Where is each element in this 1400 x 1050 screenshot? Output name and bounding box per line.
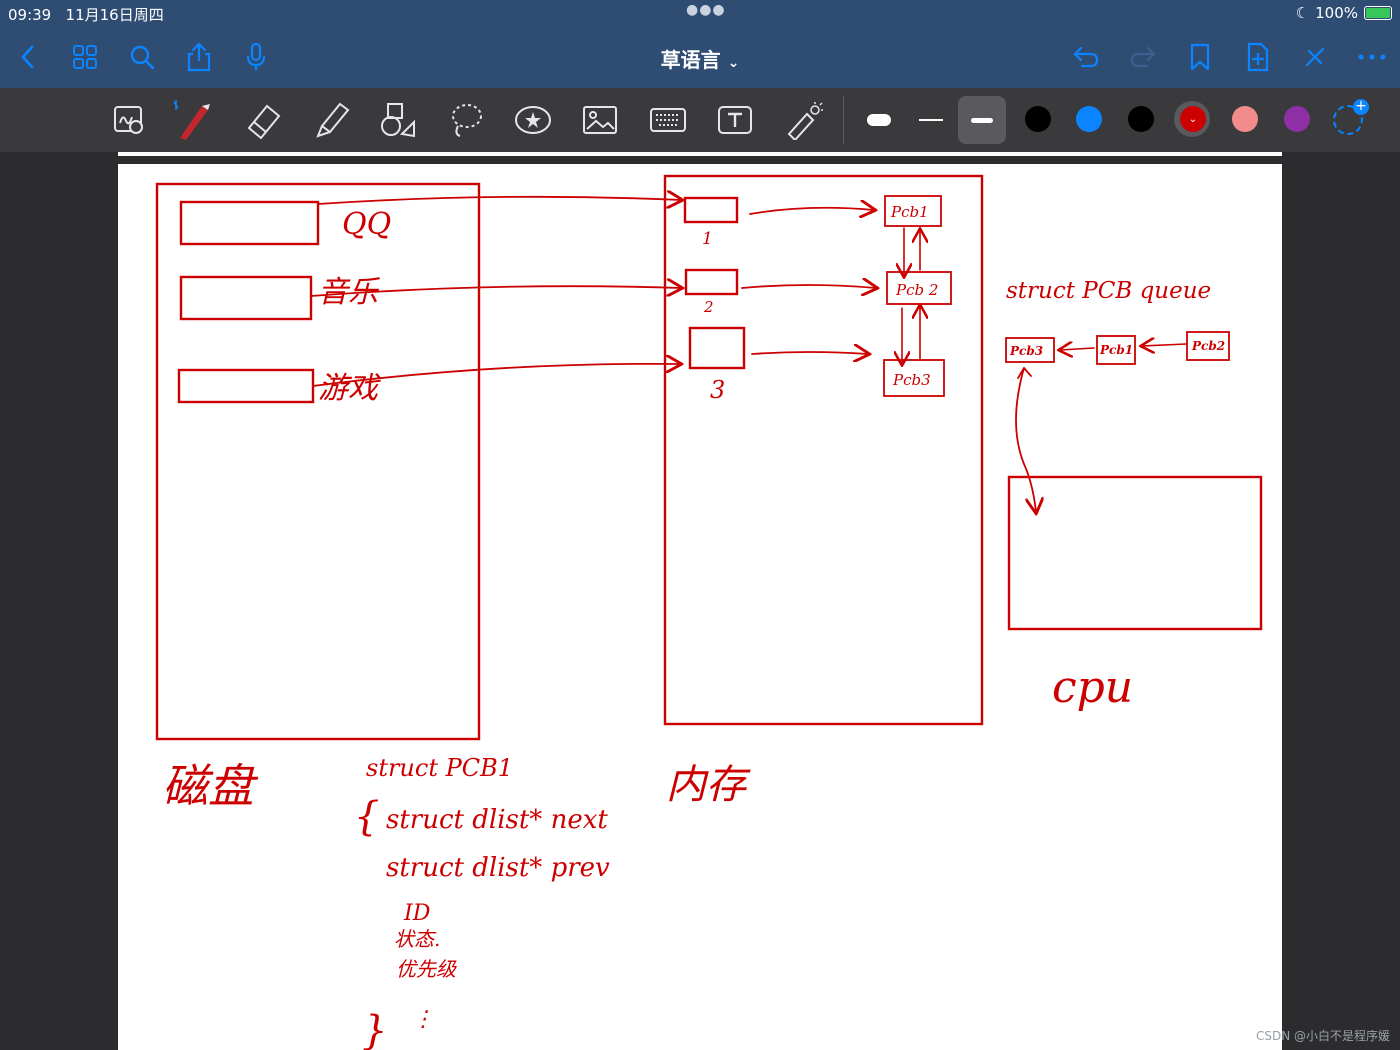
- struct-line-3: struct dlist* next: [386, 805, 608, 835]
- arrow-queue-to-cpu: [1015, 367, 1036, 512]
- arrow-queue-pcb1-to-pcb3: [1060, 348, 1095, 350]
- pcb-node-1-label: Pcb1: [890, 203, 929, 221]
- memory-slot-label-2: 2: [703, 298, 714, 316]
- image-icon[interactable]: [578, 98, 622, 142]
- chevron-down-icon: ⌄: [1188, 113, 1198, 125]
- pen-icon[interactable]: [172, 98, 216, 142]
- arrow-queue-pcb2-to-pcb1: [1142, 344, 1187, 346]
- color-swatch-pink[interactable]: [1232, 106, 1258, 132]
- struct-line-9: }: [362, 1008, 387, 1050]
- zoom-box-icon[interactable]: [107, 98, 151, 142]
- microphone-icon[interactable]: [238, 39, 274, 75]
- queue-title: struct PCB queue: [1006, 278, 1211, 304]
- arrow-cpu-to-queue-head: [1017, 367, 1032, 379]
- color-swatch-black[interactable]: [1025, 106, 1051, 132]
- color-swatch-purple[interactable]: [1284, 106, 1310, 132]
- status-date: 11月16日周四: [65, 6, 164, 24]
- add-color-icon[interactable]: +: [1333, 99, 1369, 135]
- bookmark-icon[interactable]: [1182, 39, 1218, 75]
- multitask-dots-icon[interactable]: ●●●: [686, 2, 726, 18]
- laser-pointer-icon[interactable]: [781, 98, 825, 142]
- struct-line-4: struct dlist* prev: [386, 853, 610, 883]
- disk-item-game-box: [177, 368, 315, 404]
- undo-icon[interactable]: [1068, 39, 1104, 75]
- cpu-label: cpu: [1052, 662, 1133, 713]
- memory-slot-label-3: 3: [710, 376, 725, 404]
- struct-line-2: {: [354, 794, 379, 840]
- arrow-slot2-to-pcb2: [741, 285, 876, 288]
- struct-line-7: 优先级: [396, 957, 457, 981]
- highlighter-icon[interactable]: [310, 98, 354, 142]
- color-swatch-black-2[interactable]: [1128, 106, 1154, 132]
- disk-item-music-box: [179, 275, 313, 321]
- share-icon[interactable]: [181, 39, 217, 75]
- status-time: 09:39 11月16日周四: [8, 6, 164, 24]
- queue-node-pcb1-label: Pcb1: [1099, 343, 1133, 357]
- moon-icon: ☾: [1295, 4, 1310, 22]
- struct-line-6: 状态.: [394, 927, 440, 951]
- queue-node-pcb3-label: Pcb3: [1009, 344, 1043, 358]
- color-swatch-red[interactable]: ⌄: [1180, 106, 1206, 132]
- disk-label: 磁盘: [162, 759, 259, 813]
- disk-item-label-music: 音乐: [318, 275, 380, 310]
- shapes-icon[interactable]: [376, 98, 420, 142]
- sticker-icon[interactable]: [511, 98, 555, 142]
- struct-line-5: ID: [403, 901, 431, 926]
- battery-icon: [1364, 6, 1392, 20]
- stroke-medium-icon[interactable]: [909, 98, 953, 142]
- keyboard-icon[interactable]: [646, 98, 690, 142]
- chevron-down-icon: ⌄: [727, 55, 740, 71]
- document-title[interactable]: 草语言 ⌄: [600, 44, 800, 73]
- back-icon[interactable]: [10, 39, 46, 75]
- memory-slot-label-1: 1: [702, 229, 713, 249]
- disk-item-label-game: 游戏: [318, 371, 381, 406]
- stroke-thick-icon[interactable]: [958, 96, 1006, 144]
- disk-box: [155, 182, 481, 741]
- note-page[interactable]: QQ 音乐 游戏 1 2 3 Pcb1 Pcb 2 Pcb3 struct PC…: [118, 164, 1282, 1050]
- struct-line-1: struct PCB1: [366, 754, 513, 782]
- stroke-thin-icon[interactable]: [857, 98, 901, 142]
- battery-percent: 100%: [1315, 4, 1358, 22]
- pcb-node-3-label: Pcb3: [892, 371, 931, 389]
- close-tools-icon[interactable]: [1297, 39, 1333, 75]
- memory-slot-2-box: [684, 268, 739, 296]
- color-swatch-blue[interactable]: [1076, 106, 1102, 132]
- arrow-slot3-to-pcb3: [751, 352, 868, 354]
- memory-slot-3-box: [688, 326, 746, 370]
- search-icon[interactable]: [124, 39, 160, 75]
- pcb-node-2-label: Pcb 2: [895, 281, 938, 299]
- previous-page-edge: [118, 152, 1282, 156]
- arrow-slot1-to-pcb1: [749, 208, 874, 214]
- status-bar: 09:39 11月16日周四 ●●● ☾ 100%: [0, 0, 1400, 26]
- redo-icon[interactable]: [1125, 39, 1161, 75]
- watermark: CSDN @小白不是程序媛: [1255, 1029, 1390, 1043]
- toolbar-divider: [843, 96, 844, 144]
- eraser-icon[interactable]: [241, 98, 285, 142]
- memory-box: [663, 174, 984, 726]
- add-page-icon[interactable]: [1240, 39, 1276, 75]
- disk-item-label-qq: QQ: [342, 207, 391, 242]
- cpu-box: [1007, 475, 1263, 631]
- handwriting-canvas[interactable]: QQ 音乐 游戏 1 2 3 Pcb1 Pcb 2 Pcb3 struct PC…: [118, 164, 1282, 1050]
- disk-item-qq-box: [179, 200, 320, 246]
- more-options-icon[interactable]: [1354, 39, 1390, 75]
- memory-slot-1-box: [683, 196, 739, 224]
- struct-line-8: ⋮: [412, 1007, 434, 1032]
- arrow-qq-to-memory: [317, 197, 681, 204]
- grid-view-icon[interactable]: [67, 39, 103, 75]
- queue-node-pcb2-label: Pcb2: [1191, 339, 1225, 353]
- memory-label: 内存: [666, 762, 751, 808]
- text-box-icon[interactable]: [713, 98, 757, 142]
- nav-bar: 草语言 ⌄: [0, 26, 1400, 88]
- lasso-icon[interactable]: [444, 98, 488, 142]
